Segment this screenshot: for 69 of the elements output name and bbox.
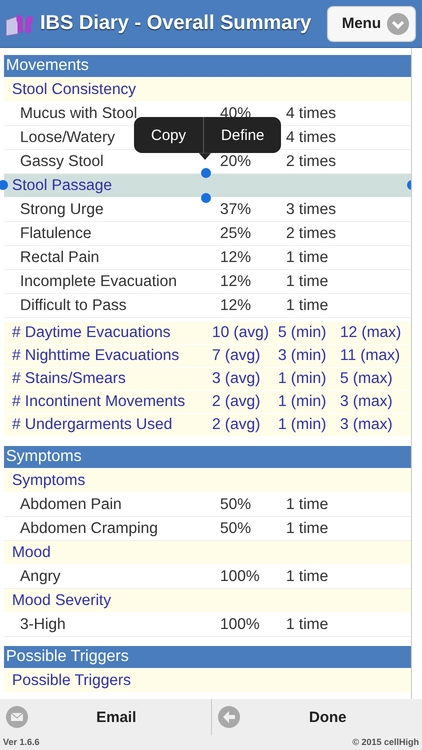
stat-label: # Undergarments Used: [12, 415, 172, 435]
item-label: Rectal Pain: [20, 248, 100, 268]
edit-menu-button[interactable]: Define: [204, 117, 282, 153]
percent-value: 100%: [220, 568, 260, 585]
item-label: Abdomen Cramping: [20, 519, 158, 539]
count-value: 2 times: [286, 152, 336, 172]
category-row: Mood: [4, 541, 411, 565]
percent-value: 100%: [220, 616, 260, 633]
percent-value: 50%: [220, 520, 252, 537]
edit-menu-button[interactable]: Copy: [134, 117, 204, 153]
percent-value: 20%: [220, 153, 252, 170]
percent-value: 37%: [220, 201, 252, 218]
count-value: 1 time: [286, 272, 328, 292]
version-label: Ver 1.6.6: [3, 737, 40, 747]
item-label: Abdomen Pain: [20, 495, 122, 515]
section-header: Movements: [4, 55, 411, 77]
percent-value: 12%: [220, 297, 252, 314]
item-label: Incomplete Evacuation: [20, 272, 177, 292]
count-value: 4 times: [286, 128, 336, 148]
average-value: 10 (avg): [212, 323, 269, 343]
item-label: Angry: [20, 567, 60, 587]
count-value: 1 time: [286, 495, 328, 515]
maximum-value: 3 (max): [340, 392, 393, 412]
category-row: Mood Severity: [4, 589, 411, 613]
count-value: 1 time: [286, 519, 328, 539]
count-value: 4 times: [286, 104, 336, 124]
minimum-value: 1 (min): [278, 415, 326, 435]
stat-label: # Daytime Evacuations: [12, 323, 171, 343]
count-value: 1 time: [286, 615, 328, 635]
menu-button[interactable]: Menu: [326, 6, 416, 42]
average-value: 3 (avg): [212, 369, 260, 389]
minimum-value: 1 (min): [278, 369, 326, 389]
maximum-value: 12 (max): [340, 323, 402, 343]
done-button[interactable]: Done: [212, 699, 422, 735]
stat-label: # Nighttime Evacuations: [12, 346, 180, 366]
percent-value: 50%: [220, 496, 252, 513]
count-value: 1 time: [286, 248, 328, 268]
average-value: 2 (avg): [212, 392, 260, 412]
item-label: Gassy Stool: [20, 152, 104, 172]
category-row: Symptoms: [4, 469, 411, 493]
percent-value: 12%: [220, 249, 252, 266]
count-value: 2 times: [286, 224, 336, 244]
minimum-value: 3 (min): [278, 346, 326, 366]
stat-label: # Stains/Smears: [12, 369, 126, 389]
section-header: Possible Triggers: [4, 646, 411, 668]
count-value: 1 time: [286, 567, 328, 587]
item-label: Flatulence: [20, 224, 92, 244]
average-value: 2 (avg): [212, 415, 260, 435]
minimum-value: 1 (min): [278, 392, 326, 412]
copyright-label: © 2015 cellHigh: [352, 737, 419, 747]
section-header: Symptoms: [4, 446, 411, 468]
percent-value: 25%: [220, 225, 252, 242]
minimum-value: 5 (min): [278, 323, 326, 343]
window-title: IBS Diary - Overall Summary: [40, 12, 312, 35]
item-label: Strong Urge: [20, 200, 104, 220]
maximum-value: 11 (max): [340, 346, 400, 366]
item-label: Loose/Watery: [20, 128, 116, 148]
category-row: Stool Consistency: [4, 78, 411, 102]
category-row: Possible Triggers: [4, 669, 411, 693]
maximum-value: 5 (max): [340, 369, 393, 389]
email-button[interactable]: Email: [0, 699, 212, 735]
maximum-value: 3 (max): [340, 415, 393, 435]
percent-value: 12%: [220, 273, 252, 290]
average-value: 7 (avg): [212, 346, 260, 366]
count-value: 1 time: [286, 296, 328, 316]
item-label: Difficult to Pass: [20, 296, 127, 316]
count-value: 3 times: [286, 200, 336, 220]
stat-label: # Incontinent Movements: [12, 392, 186, 412]
item-label: 3-High: [20, 615, 66, 635]
